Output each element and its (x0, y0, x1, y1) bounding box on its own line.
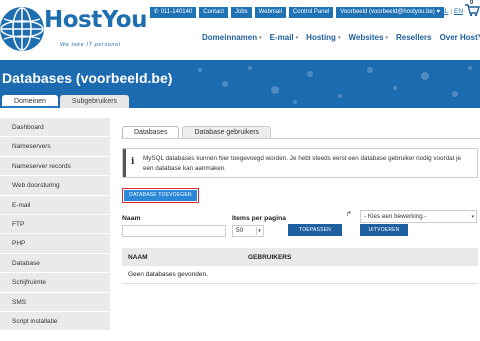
sidebar-item-database[interactable]: Database (0, 253, 110, 274)
nav-label: Websites (348, 33, 384, 42)
add-database-label: DATABASE TOEVOEGEN (124, 190, 197, 201)
lang-nl[interactable]: NL (440, 8, 448, 15)
chevron-down-icon: ▾ (385, 34, 388, 41)
sidebar-item-schijfruimte[interactable]: Schijfruimte (0, 273, 110, 293)
add-database-button[interactable]: DATABASE TOEVOEGEN (122, 188, 199, 203)
content-tabs: Databases Database gebruikers (122, 126, 272, 138)
logo-wordmark: HostYou (44, 7, 147, 33)
page-tabs: Domeinen Subgebruikers (2, 95, 130, 108)
info-icon: i (131, 157, 135, 167)
column-header-naam[interactable]: NAAM (128, 254, 148, 261)
tab-subgebruikers[interactable]: Subgebruikers (59, 95, 130, 108)
bulk-action-select[interactable]: - Kies een bewerking - ▾ (360, 210, 477, 223)
nav-label: Domeinnamen (202, 33, 258, 42)
nav-label: E-mail (269, 33, 294, 42)
nav-websites[interactable]: Websites ▾ (344, 33, 392, 42)
apply-button[interactable]: TOEPASSEN (288, 224, 342, 236)
tab-databases[interactable]: Databases (122, 126, 180, 138)
databases-table: NAAM GEBRUIKERS Geen databases gevonden. (122, 248, 478, 284)
account-menu[interactable]: Voorbeeld (voorbeeld@hostyou.be) ♥ (336, 6, 444, 18)
nav-resellers[interactable]: Resellers (392, 33, 436, 42)
items-per-page-value: 50 (236, 227, 244, 234)
cart-count: 0 (470, 0, 474, 6)
sidebar-item-dashboard[interactable]: Dashboard (0, 118, 110, 138)
lang-separator: | (450, 8, 453, 15)
naam-label: Naam (122, 215, 141, 222)
sidebar-item-nameserver-records[interactable]: Nameserver records (0, 156, 110, 177)
globe-logo-icon (0, 7, 44, 51)
nav-email[interactable]: E-mail ▾ (266, 33, 303, 42)
language-switcher: NL | EN (440, 8, 463, 15)
contact-link[interactable]: Contact (199, 6, 228, 18)
sidebar-item-ftp[interactable]: FTP (0, 214, 110, 235)
top-utility-bar: ✆ 011-140140 Contact Jobs Webmail Contro… (149, 6, 444, 18)
nav-domeinnamen[interactable]: Domeinnamen ▾ (198, 33, 266, 42)
banner-pattern (198, 66, 472, 104)
phone-icon: ✆ (153, 8, 159, 15)
tab-database-gebruikers[interactable]: Database gebruikers (182, 126, 272, 138)
site-header: HostYou We take IT personal ✆ 011-140140… (0, 0, 480, 60)
hostyou-logo[interactable]: HostYou We take IT personal (0, 4, 147, 54)
nav-over-hostyou[interactable]: Over HostYou (436, 33, 480, 42)
info-box: i MySQL databases kunnen hier toegevoegd… (122, 148, 478, 178)
tabs-divider (122, 138, 480, 139)
sidebar-item-nameservers[interactable]: Nameservers (0, 137, 110, 157)
chevron-down-icon: ▾ (337, 34, 341, 41)
table-header: NAAM GEBRUIKERS (122, 248, 478, 266)
naam-filter-input[interactable] (122, 225, 226, 237)
webmail-link[interactable]: Webmail (254, 6, 286, 18)
arrow-up-icon: ↱ (346, 211, 352, 218)
info-accent-bar (123, 149, 126, 177)
bulk-action-value: - Kies een bewerking - (364, 213, 427, 220)
tab-domeinen[interactable]: Domeinen (2, 95, 58, 108)
control-panel-link[interactable]: Control Panel (288, 6, 334, 18)
sidebar-item-php[interactable]: PHP (0, 234, 110, 254)
table-empty-message: Geen databases gevonden. (122, 266, 478, 284)
items-per-page-select[interactable]: 50 ▾ (232, 225, 264, 237)
main-navigation: Domeinnamen ▾ E-mail ▾ Hosting ▾ Websites ▾ … (198, 33, 480, 42)
chevron-down-icon: ▾ (256, 227, 262, 235)
nav-hosting[interactable]: Hosting ▾ (302, 33, 344, 42)
chevron-down-icon: ▾ (471, 214, 474, 220)
nav-label: Hosting (306, 33, 336, 42)
sidebar-item-script-installatie[interactable]: Script installatie (0, 311, 110, 332)
account-name: Voorbeeld (voorbeeld@hostyou.be) (340, 8, 435, 15)
chevron-down-icon: ▾ (259, 34, 262, 41)
items-per-page-label: Items per pagina (232, 215, 287, 222)
info-text: MySQL databases kunnen hier toegevoegd w… (143, 155, 461, 172)
page-title: Databases (voorbeeld.be) (2, 70, 173, 86)
logo-tagline: We take IT personal (60, 42, 121, 48)
jobs-link[interactable]: Jobs (230, 6, 252, 18)
sidebar-item-email[interactable]: E-mail (0, 195, 110, 215)
sidebar-item-sms[interactable]: SMS (0, 292, 110, 312)
nav-label: Over HostYou (439, 33, 480, 42)
sidebar-menu: Dashboard Nameservers Nameserver records… (0, 118, 110, 332)
execute-button[interactable]: UITVOEREN (360, 224, 408, 236)
lang-en[interactable]: EN (454, 8, 463, 15)
column-header-gebruikers[interactable]: GEBRUIKERS (248, 254, 291, 261)
nav-label: Resellers (395, 33, 432, 42)
phone-link[interactable]: ✆ 011-140140 (149, 6, 197, 18)
chevron-down-icon: ▾ (295, 34, 299, 41)
phone-number: 011-140140 (160, 8, 193, 15)
sidebar-item-web-doorsturing[interactable]: Web doorsturing (0, 176, 110, 196)
